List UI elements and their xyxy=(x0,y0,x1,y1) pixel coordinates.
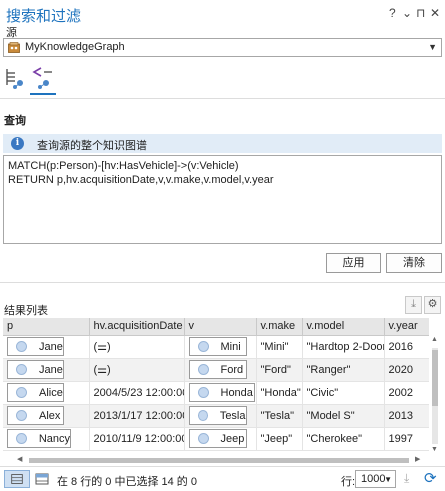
graph-query-icon[interactable] xyxy=(31,65,55,93)
node-icon xyxy=(16,433,27,444)
node-icon xyxy=(197,387,209,398)
table-row[interactable]: Jane (⚌) Mini "Mini" "Hardtop 2-Door" 20… xyxy=(3,335,429,359)
node-icon xyxy=(197,341,209,352)
person-node-chip[interactable]: Jane xyxy=(7,337,64,356)
column-header-v[interactable]: v xyxy=(184,318,257,336)
table-row[interactable]: Alex 2013/1/17 12:00:00 Tesla "Tesla" "M… xyxy=(3,404,429,428)
table-cell: 2013 xyxy=(384,404,429,428)
vehicle-node-chip[interactable]: Ford xyxy=(188,360,247,379)
table-cell: 2020 xyxy=(384,358,429,382)
relationship-icon: (⚌) xyxy=(93,364,111,376)
gear-icon[interactable]: ⚙ xyxy=(424,296,441,314)
scroll-right-icon[interactable]: ▶ xyxy=(415,455,420,463)
table-cell: "Ranger" xyxy=(302,358,385,382)
source-value: MyKnowledgeGraph xyxy=(25,41,125,53)
table-cell: "Jeep" xyxy=(256,427,303,451)
refresh-icon[interactable]: ⟳ xyxy=(424,469,437,487)
divider xyxy=(0,282,445,283)
query-input[interactable]: MATCH(p:Person)-[hv:HasVehicle]->(v:Vehi… xyxy=(3,155,442,244)
node-icon xyxy=(16,341,27,352)
column-header-make[interactable]: v.make xyxy=(256,318,303,336)
table-cell: "Model S" xyxy=(302,404,385,428)
scroll-thumb[interactable] xyxy=(29,458,409,463)
table-row[interactable]: Jane (⚌) Ford "Ford" "Ranger" 2020 xyxy=(3,358,429,382)
table-cell: 2016 xyxy=(384,335,429,359)
node-icon xyxy=(197,364,209,375)
person-node-chip[interactable]: Jane xyxy=(7,360,64,379)
apply-button[interactable]: 应用 xyxy=(326,253,381,273)
results-table[interactable]: p hv.acquisitionDate v v.make v.model v.… xyxy=(3,318,429,455)
column-header-acquisition-date[interactable]: hv.acquisitionDate xyxy=(89,318,185,336)
window-title: 搜索和过滤 xyxy=(6,8,82,25)
vertical-scrollbar[interactable]: ▲ ▼ xyxy=(430,336,438,456)
selection-status-text: 在 8 行的 0 中已选择 14 的 0 xyxy=(57,476,197,488)
table-cell: 2004/5/23 12:00:00 xyxy=(89,381,185,405)
node-icon xyxy=(16,410,27,421)
info-icon: i xyxy=(11,137,24,150)
chevron-down-icon: ▼ xyxy=(384,475,392,484)
info-bar: i 查询源的整个知识图谱 xyxy=(3,134,442,153)
node-icon xyxy=(197,410,208,421)
scroll-up-icon[interactable]: ▲ xyxy=(431,336,438,343)
table-cell: 2010/11/9 12:00:00 xyxy=(89,427,185,451)
column-header-model[interactable]: v.model xyxy=(302,318,385,336)
table-cell: "Mini" xyxy=(256,335,303,359)
info-text: 查询源的整个知识图谱 xyxy=(37,140,147,152)
chevron-down-icon: ▼ xyxy=(428,42,437,52)
options-menu-button[interactable]: ⌄ xyxy=(402,6,412,20)
relationship-icon: (⚌) xyxy=(93,341,111,353)
pin-button[interactable]: ⊓ xyxy=(416,6,425,20)
results-heading: 结果列表 xyxy=(4,305,48,317)
person-node-chip[interactable]: Nancy xyxy=(7,429,71,448)
help-button[interactable]: ? xyxy=(389,6,396,20)
table-row[interactable]: Alice 2004/5/23 12:00:00 Honda "Honda" "… xyxy=(3,381,429,405)
scroll-down-icon[interactable]: ▼ xyxy=(431,446,438,453)
active-tab-indicator xyxy=(30,93,56,95)
source-select[interactable]: MyKnowledgeGraph ▼ xyxy=(3,38,442,57)
table-cell: 2013/1/17 12:00:00 xyxy=(89,404,185,428)
table-cell: 1997 xyxy=(384,427,429,451)
node-icon xyxy=(16,364,27,375)
table-filter-icon[interactable] xyxy=(4,65,28,93)
vehicle-node-chip[interactable]: Mini xyxy=(188,337,247,356)
query-heading: 查询 xyxy=(4,115,26,127)
table-row[interactable]: Nancy 2010/11/9 12:00:00 Jeep "Jeep" "Ch… xyxy=(3,427,429,451)
rows-label: 行: xyxy=(341,476,356,488)
scroll-left-icon[interactable]: ◀ xyxy=(17,455,22,463)
table-cell: "Cherokee" xyxy=(302,427,385,451)
close-button[interactable]: ✕ xyxy=(430,6,440,20)
rows-limit-select[interactable]: 1000 ▼ xyxy=(355,470,396,488)
horizontal-scrollbar[interactable]: ◀ ▶ xyxy=(3,455,429,464)
status-bar: 在 8 行的 0 中已选择 14 的 0 行: 1000 ▼ ⤓ ⟳ xyxy=(0,466,445,491)
vehicle-node-chip[interactable]: Honda xyxy=(188,383,255,402)
database-icon xyxy=(8,42,20,53)
table-cell: "Hardtop 2-Door" xyxy=(302,335,385,359)
table-cell: "Tesla" xyxy=(256,404,303,428)
export-icon[interactable]: ⤓ xyxy=(404,471,409,486)
node-icon xyxy=(16,387,27,398)
divider xyxy=(0,98,445,99)
table-cell: "Civic" xyxy=(302,381,385,405)
column-header-p[interactable]: p xyxy=(3,318,90,336)
show-selected-rows-icon[interactable] xyxy=(33,470,51,488)
node-icon xyxy=(197,433,209,444)
person-node-chip[interactable]: Alice xyxy=(7,383,64,402)
show-all-rows-icon[interactable] xyxy=(4,470,30,488)
download-icon[interactable]: ⤓ xyxy=(405,296,422,314)
person-node-chip[interactable]: Alex xyxy=(7,406,64,425)
column-header-year[interactable]: v.year xyxy=(384,318,429,336)
vehicle-node-chip[interactable]: Jeep xyxy=(188,429,247,448)
scroll-thumb[interactable] xyxy=(432,350,438,406)
clear-button[interactable]: 清除 xyxy=(386,253,442,273)
vehicle-node-chip[interactable]: Tesla xyxy=(188,406,247,425)
table-cell: "Ford" xyxy=(256,358,303,382)
table-cell: 2002 xyxy=(384,381,429,405)
table-cell: "Honda" xyxy=(256,381,303,405)
